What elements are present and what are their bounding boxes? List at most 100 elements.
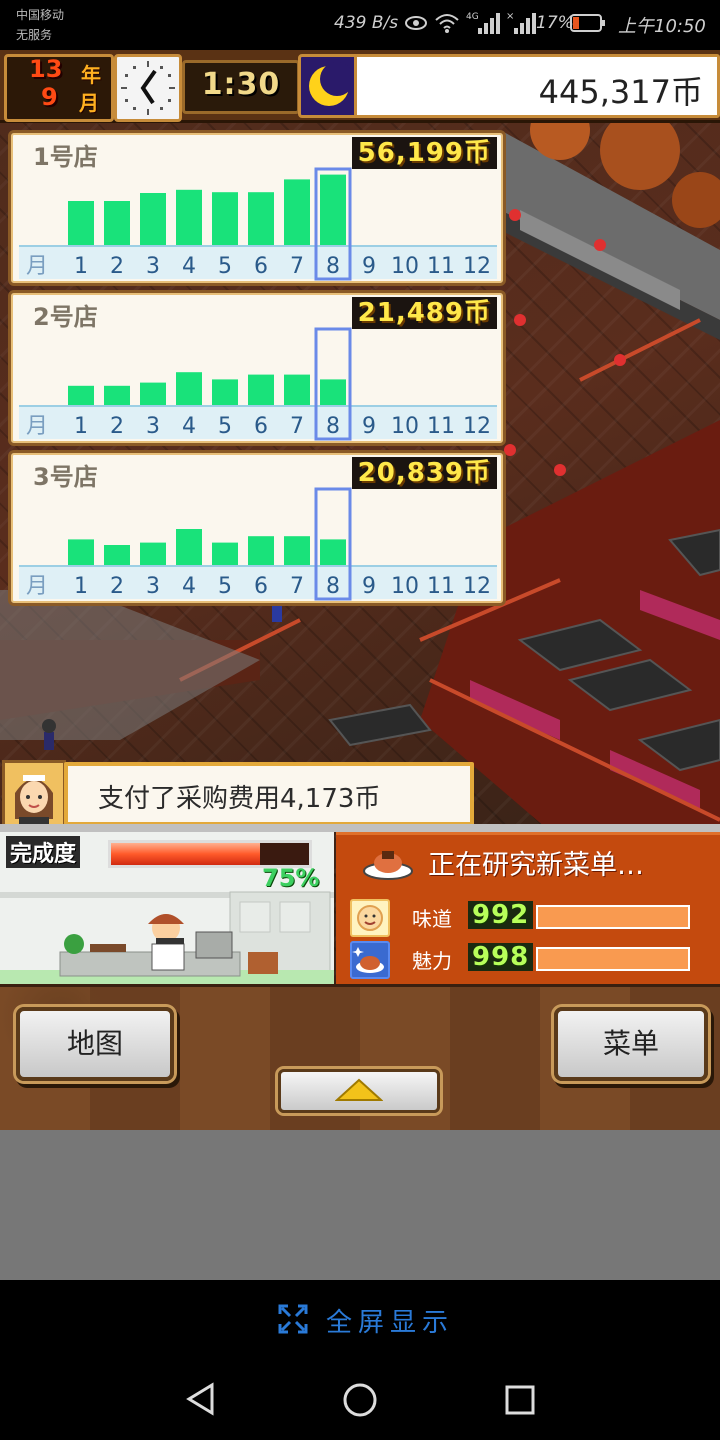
moon-icon [298,54,360,118]
progress-percent: 75% [262,864,320,892]
kitchen-panel: 完成度 75% [0,832,334,984]
recents-icon[interactable] [504,1384,536,1416]
navigation-bar [0,1360,720,1440]
home-icon[interactable] [342,1382,378,1418]
svg-text:×: × [506,11,514,22]
message-box: 支付了采购费用4,173币 [64,762,474,826]
month-label-9: 9 [362,414,376,439]
sales-bar-month-5 [212,542,238,565]
charm-icon [350,941,390,979]
month-label-9: 9 [362,254,376,279]
top-hud: 13 年 9 月 1:30 445,317币 [0,50,720,123]
expand-up-button[interactable] [278,1069,440,1113]
store-sales-chart: 月 1 2 3 4 5 6 7 8 9 10 11 12 [26,327,491,441]
divider [0,824,720,832]
carrier-name: 中国移动 [16,8,65,22]
game-time-panel: 1:30 [182,60,300,114]
charm-value: 998 [468,943,534,971]
battery-percent: 17% [536,13,574,33]
progress-label: 完成度 [6,836,81,868]
month-label-8: 8 [326,574,340,599]
charm-bar [536,947,690,971]
map-button[interactable]: 地图 [16,1007,174,1081]
month-label-3: 3 [146,414,160,439]
sales-bar-month-2 [104,385,130,405]
fullscreen-icon[interactable] [278,1304,308,1334]
sales-bar-month-3 [140,193,166,245]
battery-icon [570,14,605,32]
staff-avatar [2,760,66,830]
month-label-7: 7 [290,414,304,439]
menu-button[interactable]: 菜单 [554,1007,708,1081]
sales-bar-month-6 [248,536,274,565]
month-label-10: 10 [391,574,419,599]
month-label-4: 4 [182,254,196,279]
sales-bar-month-7 [284,536,310,565]
sales-bar-month-3 [140,382,166,405]
month-label-7: 7 [290,574,304,599]
taste-icon [350,899,390,937]
message-text: 支付了采购费用4,173币 [98,784,381,814]
month-unit-label: 月 [26,414,48,439]
month-label-5: 5 [218,574,232,599]
month-label-9: 9 [362,574,376,599]
store-panel-1[interactable]: 1号店 56,199币 月 1 2 3 4 5 6 7 8 9 10 11 12 [8,130,506,286]
store-panel-3[interactable]: 3号店 20,839币 月 1 2 3 4 5 6 7 8 9 10 11 12 [8,450,506,606]
clock-time: 上午10:50 [618,16,706,37]
sales-bar-month-1 [68,385,94,405]
store-panel-2[interactable]: 2号店 21,489币 月 1 2 3 4 5 6 7 8 9 10 11 12 [8,290,506,446]
sales-bar-month-2 [104,545,130,565]
taste-value: 992 [468,901,534,929]
signal-none-icon: × [506,11,536,34]
signal-label: 4G [466,12,479,22]
taste-bar [536,905,690,929]
sales-bar-month-1 [68,539,94,565]
month-label-10: 10 [391,414,419,439]
taste-label: 味道 [412,907,452,931]
network-speed: 439 B/s [334,13,399,33]
fullscreen-link[interactable]: 全屏显示 [326,1302,454,1339]
eye-icon [405,16,427,30]
month-label-11: 11 [427,254,455,279]
empty-area [0,1130,720,1280]
month-label-2: 2 [110,574,124,599]
sales-bar-month-8 [320,539,346,565]
back-icon[interactable] [184,1382,218,1416]
month-label-1: 1 [74,574,88,599]
month-label-12: 12 [463,574,491,599]
dish-icon [363,851,413,880]
money-panel: 445,317币 [354,54,720,118]
sales-bar-month-4 [176,372,202,405]
signal-4g-icon: 4G [466,12,500,34]
month-label-11: 11 [427,574,455,599]
month-label-1: 1 [74,414,88,439]
sales-bar-month-5 [212,192,238,245]
sales-bar-month-2 [104,201,130,245]
month-label-5: 5 [218,414,232,439]
month-label-4: 4 [182,414,196,439]
sales-bar-month-5 [212,379,238,405]
month-label-11: 11 [427,414,455,439]
month-label-2: 2 [110,254,124,279]
fullscreen-bar: 全屏显示 [0,1280,720,1360]
clock-icon [114,54,182,122]
status-bar: 中国移动 无服务 439 B/s 4G × 17% 上午10:50 [0,0,720,50]
research-panel: 正在研究新菜单… 味道 992 魅力 998 [336,832,720,987]
game-view[interactable]: 1 3 年 9 月 1:30 445,317币 1号店 56,199币 月 1 2… [0,50,720,1130]
sales-bar-month-7 [284,179,310,245]
store-sales-chart: 月 1 2 3 4 5 6 7 8 9 10 11 12 [26,167,491,281]
sales-bar-month-8 [320,379,346,405]
month-number: 9 [41,83,58,111]
month-unit-label: 月 [26,254,48,279]
month-label-3: 3 [146,254,160,279]
sales-bar-month-3 [140,542,166,565]
month-label-8: 8 [326,254,340,279]
control-bar: 地图 菜单 [0,984,720,1130]
month-label-12: 12 [463,414,491,439]
year-unit: 年 [81,63,101,87]
month-label-6: 6 [254,574,268,599]
sales-bar-month-6 [248,192,274,245]
money-amount: 445,317币 [538,73,703,111]
sales-bar-month-4 [176,189,202,245]
arrow-up-icon [335,1078,383,1101]
